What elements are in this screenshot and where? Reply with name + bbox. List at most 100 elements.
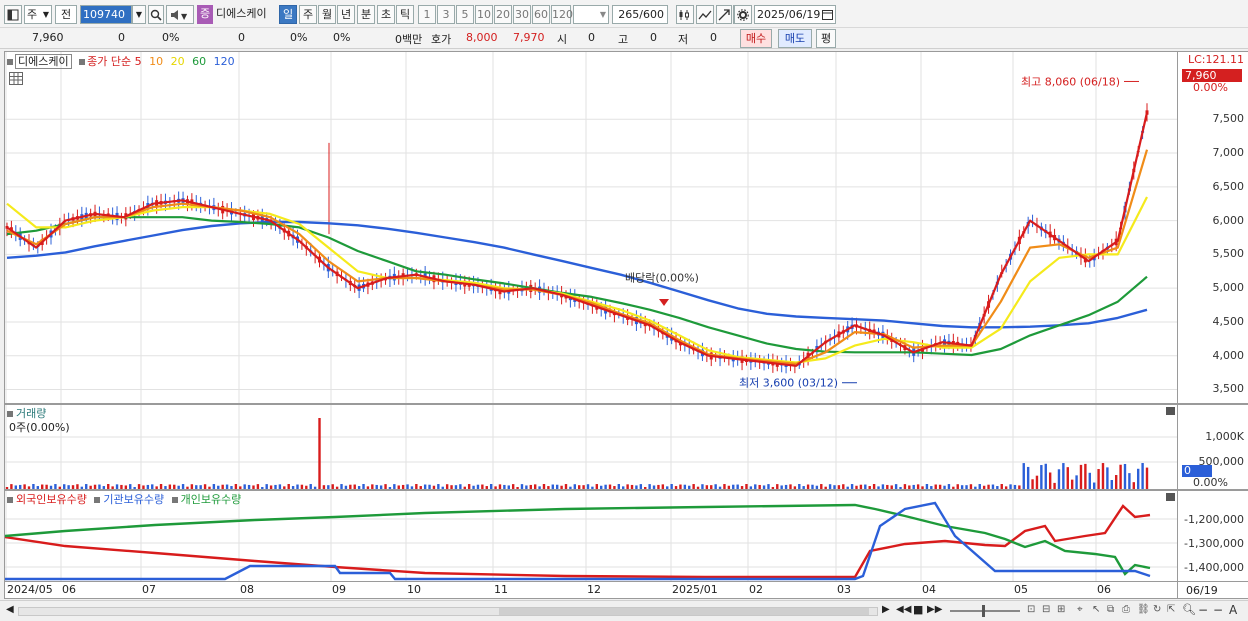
market-type-select[interactable]: 주 ▼ bbox=[24, 5, 52, 24]
grid-icon[interactable]: ⊞ bbox=[1057, 604, 1065, 615]
stock-code-input[interactable]: 109740 bbox=[80, 5, 132, 24]
volume-bar bbox=[89, 485, 92, 489]
speaker-icon[interactable]: ▼ bbox=[166, 5, 194, 24]
legend-stock-name[interactable]: 디에스케이 bbox=[15, 54, 72, 69]
table-icon[interactable] bbox=[9, 72, 23, 85]
interval-20-button[interactable]: 20 bbox=[494, 5, 512, 24]
zoom-icon[interactable]: 🔍︎ bbox=[1182, 603, 1196, 616]
link-icon[interactable]: ⛓ bbox=[1137, 604, 1150, 615]
font-size-icon[interactable]: A bbox=[1229, 603, 1237, 617]
volume-bar bbox=[855, 485, 858, 489]
zoom-out-icon[interactable]: − bbox=[1198, 603, 1208, 617]
volume-bar bbox=[133, 486, 136, 489]
fast-forward-icon[interactable]: ▶▶ bbox=[927, 604, 942, 615]
price-chart[interactable]: 최고 8,060 (06/18) 최저 3,600 (03/12) 배당락(0.00… bbox=[5, 52, 1177, 403]
expand-icon[interactable] bbox=[716, 5, 732, 24]
volume-bar bbox=[538, 486, 541, 489]
date-value: 2025/06/19 bbox=[757, 8, 821, 21]
volume-bar bbox=[327, 485, 330, 489]
zoom-slider[interactable] bbox=[950, 605, 1020, 617]
draw-tool-icon[interactable] bbox=[696, 5, 714, 24]
scroll-right-icon[interactable]: ▶ bbox=[882, 604, 890, 615]
zoom-slider-handle[interactable] bbox=[982, 605, 985, 617]
interval-10-button[interactable]: 10 bbox=[475, 5, 493, 24]
other-pct: 0% bbox=[333, 31, 351, 44]
stop-icon[interactable]: ■ bbox=[913, 603, 923, 616]
print-icon[interactable]: ⎙ bbox=[1122, 604, 1130, 615]
volume-bar bbox=[1048, 472, 1052, 489]
volume-bar bbox=[978, 484, 981, 489]
prev-select[interactable]: 전 bbox=[55, 5, 77, 24]
split-icon[interactable]: ⊟ bbox=[1042, 604, 1050, 615]
period-week-button[interactable]: 주 bbox=[299, 5, 317, 24]
volume-bar bbox=[349, 484, 352, 489]
close-icon[interactable] bbox=[1166, 493, 1175, 501]
close-icon[interactable] bbox=[1166, 407, 1175, 415]
period-month-button[interactable]: 월 bbox=[318, 5, 336, 24]
legend-ma10: 10 bbox=[149, 55, 164, 68]
volume-bar bbox=[833, 485, 836, 489]
search-icon[interactable] bbox=[148, 5, 164, 24]
custom-interval-input[interactable]: ▼ bbox=[573, 5, 609, 24]
volume-bar bbox=[846, 486, 849, 489]
interval-3-button[interactable]: 3 bbox=[437, 5, 455, 24]
copy-icon[interactable]: ⧉ bbox=[1107, 604, 1114, 615]
interval-30-button[interactable]: 30 bbox=[513, 5, 531, 24]
date-input[interactable]: 2025/06/19 bbox=[754, 5, 836, 24]
legend-foreign-holdings[interactable]: 외국인보유수량 bbox=[16, 493, 87, 506]
sell-button[interactable]: 매도 bbox=[778, 29, 812, 48]
candle-type-icon[interactable] bbox=[676, 5, 694, 24]
interval-120-button[interactable]: 120 bbox=[551, 5, 573, 24]
volume-bar bbox=[688, 485, 691, 489]
volume-bar bbox=[1097, 469, 1100, 489]
count-input[interactable]: 265/600 bbox=[612, 5, 668, 24]
legend-individual-holdings[interactable]: 개인보유수량 bbox=[181, 493, 242, 506]
legend-institution-holdings[interactable]: 기관보유수량 bbox=[103, 493, 164, 506]
volume-chart[interactable] bbox=[5, 405, 1177, 489]
low-price-label: 최저 3,600 (03/12) bbox=[739, 377, 838, 390]
market-type-value: 주 bbox=[27, 8, 38, 21]
volume-bar bbox=[305, 485, 308, 489]
legend-marker-icon bbox=[7, 59, 13, 65]
price-legend: 디에스케이 종가 단순 5 10 20 60 120 bbox=[7, 53, 235, 69]
holdings-panel[interactable]: 외국인보유수량 기관보유수량 개인보유수량 bbox=[4, 490, 1178, 582]
volume-bar bbox=[159, 484, 163, 489]
holdings-legend: 외국인보유수량 기관보유수량 개인보유수량 bbox=[7, 491, 241, 507]
scrollbar-thumb[interactable] bbox=[499, 608, 869, 615]
legend-ma-type[interactable]: 종가 단순 bbox=[87, 55, 131, 68]
period-tick-button[interactable]: 틱 bbox=[396, 5, 414, 24]
period-second-button[interactable]: 초 bbox=[377, 5, 395, 24]
x-axis-label: 03 bbox=[837, 583, 851, 596]
volume-bar bbox=[1110, 480, 1113, 489]
rewind-icon[interactable]: ◀◀ bbox=[896, 604, 911, 615]
volume-bar bbox=[309, 484, 312, 489]
window-menu-icon[interactable] bbox=[4, 5, 22, 24]
legend-ma5: 5 bbox=[134, 55, 142, 68]
period-year-button[interactable]: 년 bbox=[337, 5, 355, 24]
price-chart-panel[interactable]: 최고 8,060 (06/18) 최저 3,600 (03/12) 배당락(0.00… bbox=[4, 51, 1178, 404]
period-day-button[interactable]: 일 bbox=[279, 5, 297, 24]
interval-60-button[interactable]: 60 bbox=[532, 5, 550, 24]
volume-bar bbox=[600, 485, 603, 489]
interval-1-button[interactable]: 1 bbox=[418, 5, 436, 24]
volume-bar bbox=[661, 484, 665, 489]
refresh-icon[interactable]: ↻ bbox=[1153, 604, 1161, 615]
volume-bar bbox=[908, 485, 911, 489]
volume-bar bbox=[335, 486, 339, 489]
interval-5-button[interactable]: 5 bbox=[456, 5, 474, 24]
layout-icon[interactable]: ⊡ bbox=[1027, 604, 1035, 615]
gear-icon[interactable] bbox=[734, 5, 752, 24]
export-icon[interactable]: ⇱ bbox=[1167, 604, 1175, 615]
calendar-icon[interactable] bbox=[822, 8, 833, 25]
horizontal-scrollbar[interactable] bbox=[18, 607, 878, 616]
buy-button[interactable]: 매수 bbox=[740, 29, 772, 48]
scroll-left-icon[interactable]: ◀ bbox=[6, 604, 14, 615]
volume-panel[interactable]: 거래량 0주(0.00%) bbox=[4, 404, 1178, 490]
average-button[interactable]: 평 bbox=[816, 29, 836, 48]
period-minute-button[interactable]: 분 bbox=[357, 5, 375, 24]
pointer-icon[interactable]: ↖ bbox=[1092, 604, 1100, 615]
zoom-in-icon[interactable]: − bbox=[1213, 603, 1223, 617]
code-dropdown-icon[interactable]: ▼ bbox=[132, 5, 146, 24]
high-price-label: 최고 8,060 (06/18) bbox=[1021, 75, 1120, 88]
crosshair-icon[interactable]: ⌖ bbox=[1077, 604, 1083, 615]
